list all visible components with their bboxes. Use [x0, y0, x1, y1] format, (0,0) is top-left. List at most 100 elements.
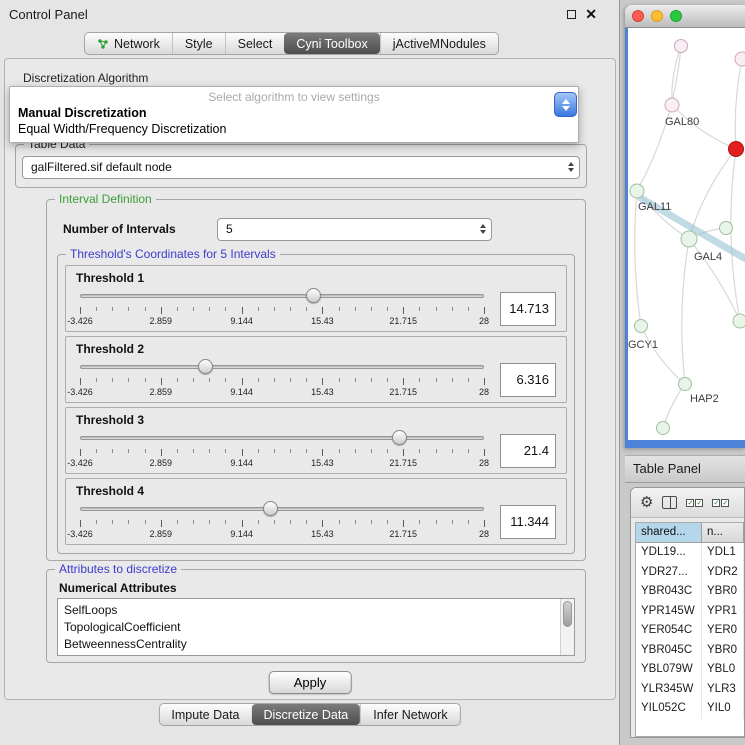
- tab-cyni-toolbox[interactable]: Cyni Toolbox: [284, 33, 379, 54]
- network-edge[interactable]: [641, 326, 685, 384]
- cell-name[interactable]: YDL1: [702, 543, 744, 563]
- network-node[interactable]: [675, 40, 688, 53]
- tick-label: 9.144: [230, 316, 253, 326]
- tab-label: Select: [238, 37, 273, 51]
- threshold-slider[interactable]: -3.4262.8599.14415.4321.71528: [80, 500, 484, 544]
- network-graph-svg[interactable]: GAL80GAL11GAL4GCY1HAP2: [628, 28, 745, 440]
- slider-thumb[interactable]: [263, 501, 278, 516]
- cell-shared-name[interactable]: YPR145W: [636, 602, 702, 622]
- table-row[interactable]: YDR27...YDR2: [636, 563, 744, 583]
- cell-name[interactable]: YBR0: [702, 582, 744, 602]
- cell-name[interactable]: YBR0: [702, 641, 744, 661]
- network-node[interactable]: [657, 422, 670, 435]
- slider-thumb[interactable]: [198, 359, 213, 374]
- threshold-value-field[interactable]: 21.4: [500, 434, 556, 468]
- window-title: Control Panel: [9, 7, 88, 22]
- scrollbar[interactable]: [560, 599, 574, 655]
- tick-label: 21.715: [389, 316, 417, 326]
- threshold-slider[interactable]: -3.4262.8599.14415.4321.71528: [80, 287, 484, 331]
- network-node[interactable]: [733, 314, 745, 328]
- algorithm-option[interactable]: Equal Width/Frequency Discretization: [10, 121, 578, 137]
- table-row[interactable]: YBR045CYBR0: [636, 641, 744, 661]
- network-node[interactable]: [679, 378, 692, 391]
- network-node[interactable]: [635, 320, 648, 333]
- table-data-select[interactable]: galFiltered.sif default node: [22, 156, 580, 179]
- network-node[interactable]: [681, 231, 697, 247]
- network-node[interactable]: [735, 52, 745, 66]
- cell-shared-name[interactable]: YLR345W: [636, 680, 702, 700]
- tab-impute-data[interactable]: Impute Data: [159, 704, 251, 725]
- deselect-all-columns-icon[interactable]: ✓✓: [712, 499, 729, 507]
- cell-name[interactable]: YLR3: [702, 680, 744, 700]
- tick-label: 15.43: [311, 316, 334, 326]
- mac-zoom-button[interactable]: [670, 10, 682, 22]
- network-node[interactable]: [630, 184, 644, 198]
- network-edge[interactable]: [735, 59, 742, 149]
- network-canvas[interactable]: GAL80GAL11GAL4GCY1HAP2: [628, 28, 745, 440]
- network-edge[interactable]: [682, 239, 689, 384]
- select-all-columns-icon[interactable]: ✓✓: [686, 499, 703, 507]
- threshold-value-field[interactable]: 11.344: [500, 505, 556, 539]
- tick-label: 21.715: [389, 387, 417, 397]
- threshold-value-field[interactable]: 14.713: [500, 292, 556, 326]
- network-node[interactable]: [729, 142, 744, 157]
- tick-label: -3.426: [67, 387, 93, 397]
- threshold-value-field[interactable]: 6.316: [500, 363, 556, 397]
- attribute-item[interactable]: TopologicalCoefficient: [64, 619, 568, 636]
- slider-thumb[interactable]: [306, 288, 321, 303]
- algorithm-combobox-stepper-button[interactable]: [554, 92, 577, 117]
- apply-button[interactable]: Apply: [269, 671, 352, 694]
- cell-name[interactable]: YBL0: [702, 660, 744, 680]
- cell-name[interactable]: YER0: [702, 621, 744, 641]
- attribute-item[interactable]: SelfLoops: [64, 602, 568, 619]
- network-edge[interactable]: [663, 384, 685, 428]
- tab-style[interactable]: Style: [172, 33, 225, 54]
- cell-shared-name[interactable]: YDL19...: [636, 543, 702, 563]
- algorithm-option[interactable]: Manual Discretization: [10, 105, 578, 121]
- slider-ticks: [80, 307, 484, 314]
- table-row[interactable]: YDL19...YDL1: [636, 543, 744, 563]
- attribute-item[interactable]: BetweennessCentrality: [64, 636, 568, 653]
- cell-name[interactable]: YDR2: [702, 563, 744, 583]
- cell-shared-name[interactable]: YBR045C: [636, 641, 702, 661]
- cell-shared-name[interactable]: YBR043C: [636, 582, 702, 602]
- column-header[interactable]: shared...: [636, 523, 702, 543]
- cell-shared-name[interactable]: YER054C: [636, 621, 702, 641]
- network-node[interactable]: [720, 222, 733, 235]
- network-frame: GAL80GAL11GAL4GCY1HAP2: [625, 28, 745, 448]
- scrollbar-thumb[interactable]: [563, 601, 572, 627]
- number-of-intervals-select[interactable]: 5: [217, 218, 492, 241]
- table-row[interactable]: YIL052CYIL0: [636, 699, 744, 719]
- table-row[interactable]: YLR345WYLR3: [636, 680, 744, 700]
- restore-icon[interactable]: [567, 10, 576, 19]
- tab-select[interactable]: Select: [225, 33, 285, 54]
- tab-jactivemnodules[interactable]: jActiveMNodules: [380, 33, 498, 54]
- tab-infer-network[interactable]: Infer Network: [360, 704, 459, 725]
- table-row[interactable]: YBR043CYBR0: [636, 582, 744, 602]
- columns-icon[interactable]: [662, 496, 677, 509]
- network-node[interactable]: [665, 98, 679, 112]
- cell-shared-name[interactable]: YBL079W: [636, 660, 702, 680]
- mac-close-button[interactable]: [632, 10, 644, 22]
- cell-shared-name[interactable]: YIL052C: [636, 699, 702, 719]
- thresholds-group: Threshold's Coordinates for 5 Intervals …: [57, 254, 575, 554]
- gear-icon[interactable]: ⚙: [640, 495, 653, 510]
- threshold-label: Threshold 4: [76, 484, 556, 498]
- table-row[interactable]: YBL079WYBL0: [636, 660, 744, 680]
- threshold-slider[interactable]: -3.4262.8599.14415.4321.71528: [80, 429, 484, 473]
- cell-shared-name[interactable]: YDR27...: [636, 563, 702, 583]
- slider-ticks: [80, 520, 484, 527]
- cell-name[interactable]: YIL0: [702, 699, 744, 719]
- slider-thumb[interactable]: [392, 430, 407, 445]
- cell-name[interactable]: YPR1: [702, 602, 744, 622]
- slider-track: [80, 365, 484, 369]
- column-header[interactable]: n...: [702, 523, 744, 543]
- tab-network[interactable]: Network: [85, 33, 172, 54]
- network-edge[interactable]: [731, 149, 740, 321]
- mac-minimize-button[interactable]: [651, 10, 663, 22]
- table-row[interactable]: YER054CYER0: [636, 621, 744, 641]
- tab-discretize-data[interactable]: Discretize Data: [252, 704, 361, 725]
- threshold-slider[interactable]: -3.4262.8599.14415.4321.71528: [80, 358, 484, 402]
- close-icon[interactable]: ✕: [585, 7, 597, 21]
- table-row[interactable]: YPR145WYPR1: [636, 602, 744, 622]
